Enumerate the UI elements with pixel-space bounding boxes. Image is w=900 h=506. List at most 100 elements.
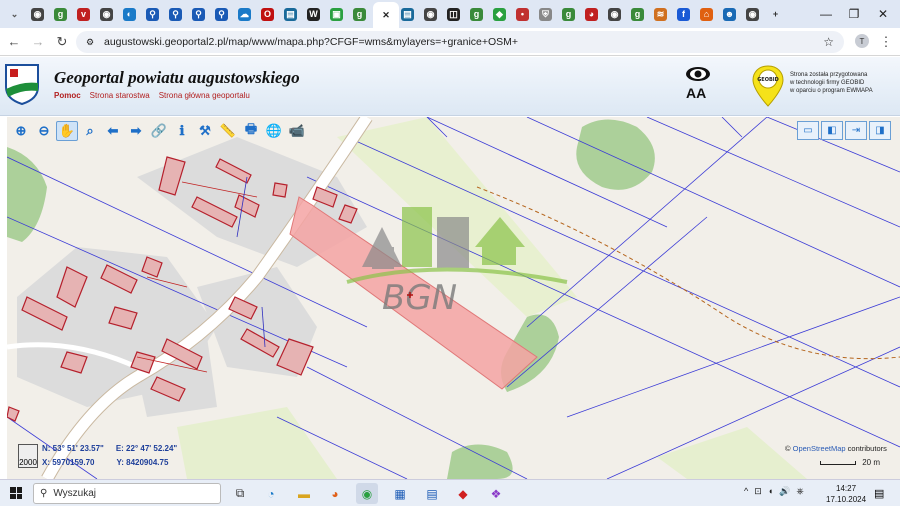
stack-icon: ▤ <box>284 7 297 21</box>
more-menu-icon[interactable]: ⋮ <box>874 30 898 54</box>
zoom-out-icon: ⊖ <box>38 123 50 138</box>
browser-tab[interactable]: ⌂ <box>695 3 718 25</box>
browser-tab[interactable]: ▤ <box>396 3 419 25</box>
browser-tab[interactable]: ◉ <box>26 3 49 25</box>
map-canvas[interactable]: BGN <box>7 117 900 479</box>
map-toolbar-right: ▭ ◧ ⇥ ◨ <box>797 121 891 140</box>
browser-tab[interactable]: v <box>72 3 95 25</box>
tray-icon[interactable]: ⊡ <box>754 486 762 497</box>
browser-tab[interactable]: ◉ <box>603 3 626 25</box>
browser-tab[interactable]: ⚲ <box>164 3 187 25</box>
calculator-taskbar-icon[interactable]: ▦ <box>389 483 411 504</box>
notification-icon[interactable]: ▤ <box>874 487 884 500</box>
measure-tool-button[interactable]: ⚒ <box>194 121 216 141</box>
browser-tab[interactable]: ☁ <box>233 3 256 25</box>
profile-avatar[interactable]: T <box>855 34 869 48</box>
link-tool-button[interactable]: 🔗 <box>148 121 170 141</box>
browser-tab[interactable]: ◉ <box>95 3 118 25</box>
zoom-out-tool-button[interactable]: ⊖ <box>33 121 55 141</box>
forward-tool-button[interactable]: ➡ <box>125 121 147 141</box>
browser-tab[interactable]: ◕ <box>580 3 603 25</box>
firefox-taskbar-icon[interactable]: ◕ <box>324 483 346 504</box>
forward-arrow-icon[interactable]: → <box>26 30 50 54</box>
browser-tab[interactable]: f <box>672 3 695 25</box>
browser-tab[interactable]: ◉ <box>741 3 764 25</box>
browser-tab[interactable]: ≋ <box>649 3 672 25</box>
osm-link[interactable]: OpenStreetMap <box>793 444 846 453</box>
back-arrow-icon[interactable]: ← <box>2 30 26 54</box>
browser-tab[interactable]: W <box>302 3 325 25</box>
reload-icon[interactable]: ↻ <box>50 30 74 54</box>
site-header: Geoportal powiatu augustowskiego Pomoc S… <box>0 57 900 116</box>
browser-tab[interactable]: ◫ <box>442 3 465 25</box>
browser-tab[interactable]: ⚲ <box>141 3 164 25</box>
font-size-label: AA <box>686 85 707 101</box>
ruler-tool-button[interactable]: 📏 <box>217 121 239 141</box>
browser-tab[interactable]: g <box>557 3 580 25</box>
browser-tab[interactable]: ⚲ <box>187 3 210 25</box>
globe-icon: ◉ <box>31 7 44 21</box>
circle-icon: ◕ <box>585 7 598 21</box>
info-icon: ℹ <box>179 123 185 138</box>
print-tool-button[interactable]: 🖶 <box>240 121 262 141</box>
explorer-taskbar-icon[interactable]: ▬ <box>293 483 315 504</box>
pan-tool-button[interactable]: ✋ <box>56 121 78 141</box>
browser-tab[interactable]: + <box>764 3 787 25</box>
url-field[interactable]: ⚙ augustowski.geoportal2.pl/map/www/mapa… <box>76 31 844 53</box>
copilot-taskbar-icon[interactable]: ❖ <box>485 483 507 504</box>
minimize-button[interactable]: — <box>812 0 840 28</box>
browser-tab[interactable]: g <box>348 3 371 25</box>
edge-taskbar-icon[interactable]: ◔ <box>260 483 282 504</box>
back-tool-button[interactable]: ⬅ <box>102 121 124 141</box>
browser-tab[interactable]: ▣ <box>325 3 348 25</box>
eye-icon[interactable] <box>685 65 711 83</box>
task-view-taskbar-icon[interactable]: ⧉ <box>229 483 251 504</box>
starostwo-link[interactable]: Strona starostwa <box>90 91 150 100</box>
browser-tab[interactable]: ⌄ <box>3 3 26 25</box>
camera-tool-button[interactable]: 📹 <box>286 121 308 141</box>
tray-icon[interactable]: ◖ <box>768 486 773 497</box>
close-window-button[interactable]: ✕ <box>869 0 897 28</box>
globe-tool-button[interactable]: 🌐 <box>263 121 285 141</box>
geoportal-home-link[interactable]: Strona główna geoportalu <box>159 91 250 100</box>
taskbar-search[interactable]: ⚲ Wyszukaj <box>33 483 221 504</box>
browser-tab[interactable]: g <box>465 3 488 25</box>
browser-tab[interactable]: • <box>511 3 534 25</box>
browser-tab[interactable]: ◐ <box>118 3 141 25</box>
zoom-area-tool-button[interactable]: ⌕ <box>79 121 101 141</box>
attribution-suffix: contributors <box>847 444 887 453</box>
panel-button[interactable]: ◨ <box>869 121 891 140</box>
bookmark-star-icon[interactable]: ☆ <box>823 35 834 49</box>
calendar-taskbar-icon[interactable]: ▤ <box>421 483 443 504</box>
browser-tab[interactable]: ⛨ <box>534 3 557 25</box>
browser-tab[interactable]: ◉ <box>419 3 442 25</box>
browser-tab[interactable]: ☻ <box>718 3 741 25</box>
clock[interactable]: 14:27 17.10.2024 <box>826 483 866 505</box>
tray-icon[interactable]: ^ <box>744 486 748 497</box>
info-tool-button[interactable]: ℹ <box>171 121 193 141</box>
export-button[interactable]: ⇥ <box>845 121 867 140</box>
browser-tab[interactable]: g <box>49 3 72 25</box>
browser-tab[interactable]: ◆ <box>488 3 511 25</box>
scale-control[interactable]: 2000 <box>18 444 38 468</box>
tray-icon[interactable]: ⎈ <box>796 486 803 497</box>
chrome-taskbar-icon[interactable]: ◉ <box>356 483 378 504</box>
help-link[interactable]: Pomoc <box>54 91 81 100</box>
maps-pin-taskbar-icon[interactable]: ◆ <box>452 483 474 504</box>
browser-tab[interactable]: ⚲ <box>210 3 233 25</box>
start-button[interactable] <box>10 487 22 499</box>
restore-button[interactable]: ❐ <box>840 0 868 28</box>
zoom-in-tool-button[interactable]: ⊕ <box>10 121 32 141</box>
browser-tab[interactable]: ▤ <box>279 3 302 25</box>
browser-tab[interactable]: O <box>256 3 279 25</box>
date: 17.10.2024 <box>826 495 867 504</box>
people-icon: ☻ <box>723 7 736 21</box>
layout-2-button[interactable]: ◧ <box>821 121 843 140</box>
site-info-icon[interactable]: ⚙ <box>86 37 94 48</box>
font-size-toggle[interactable]: AA <box>686 85 706 101</box>
tray-icon[interactable]: 🔊 <box>779 486 790 497</box>
browser-tab[interactable]: g <box>626 3 649 25</box>
scale-bar: 20 m <box>820 458 880 467</box>
close-icon: ✕ <box>382 9 390 20</box>
layout-1-button[interactable]: ▭ <box>797 121 819 140</box>
